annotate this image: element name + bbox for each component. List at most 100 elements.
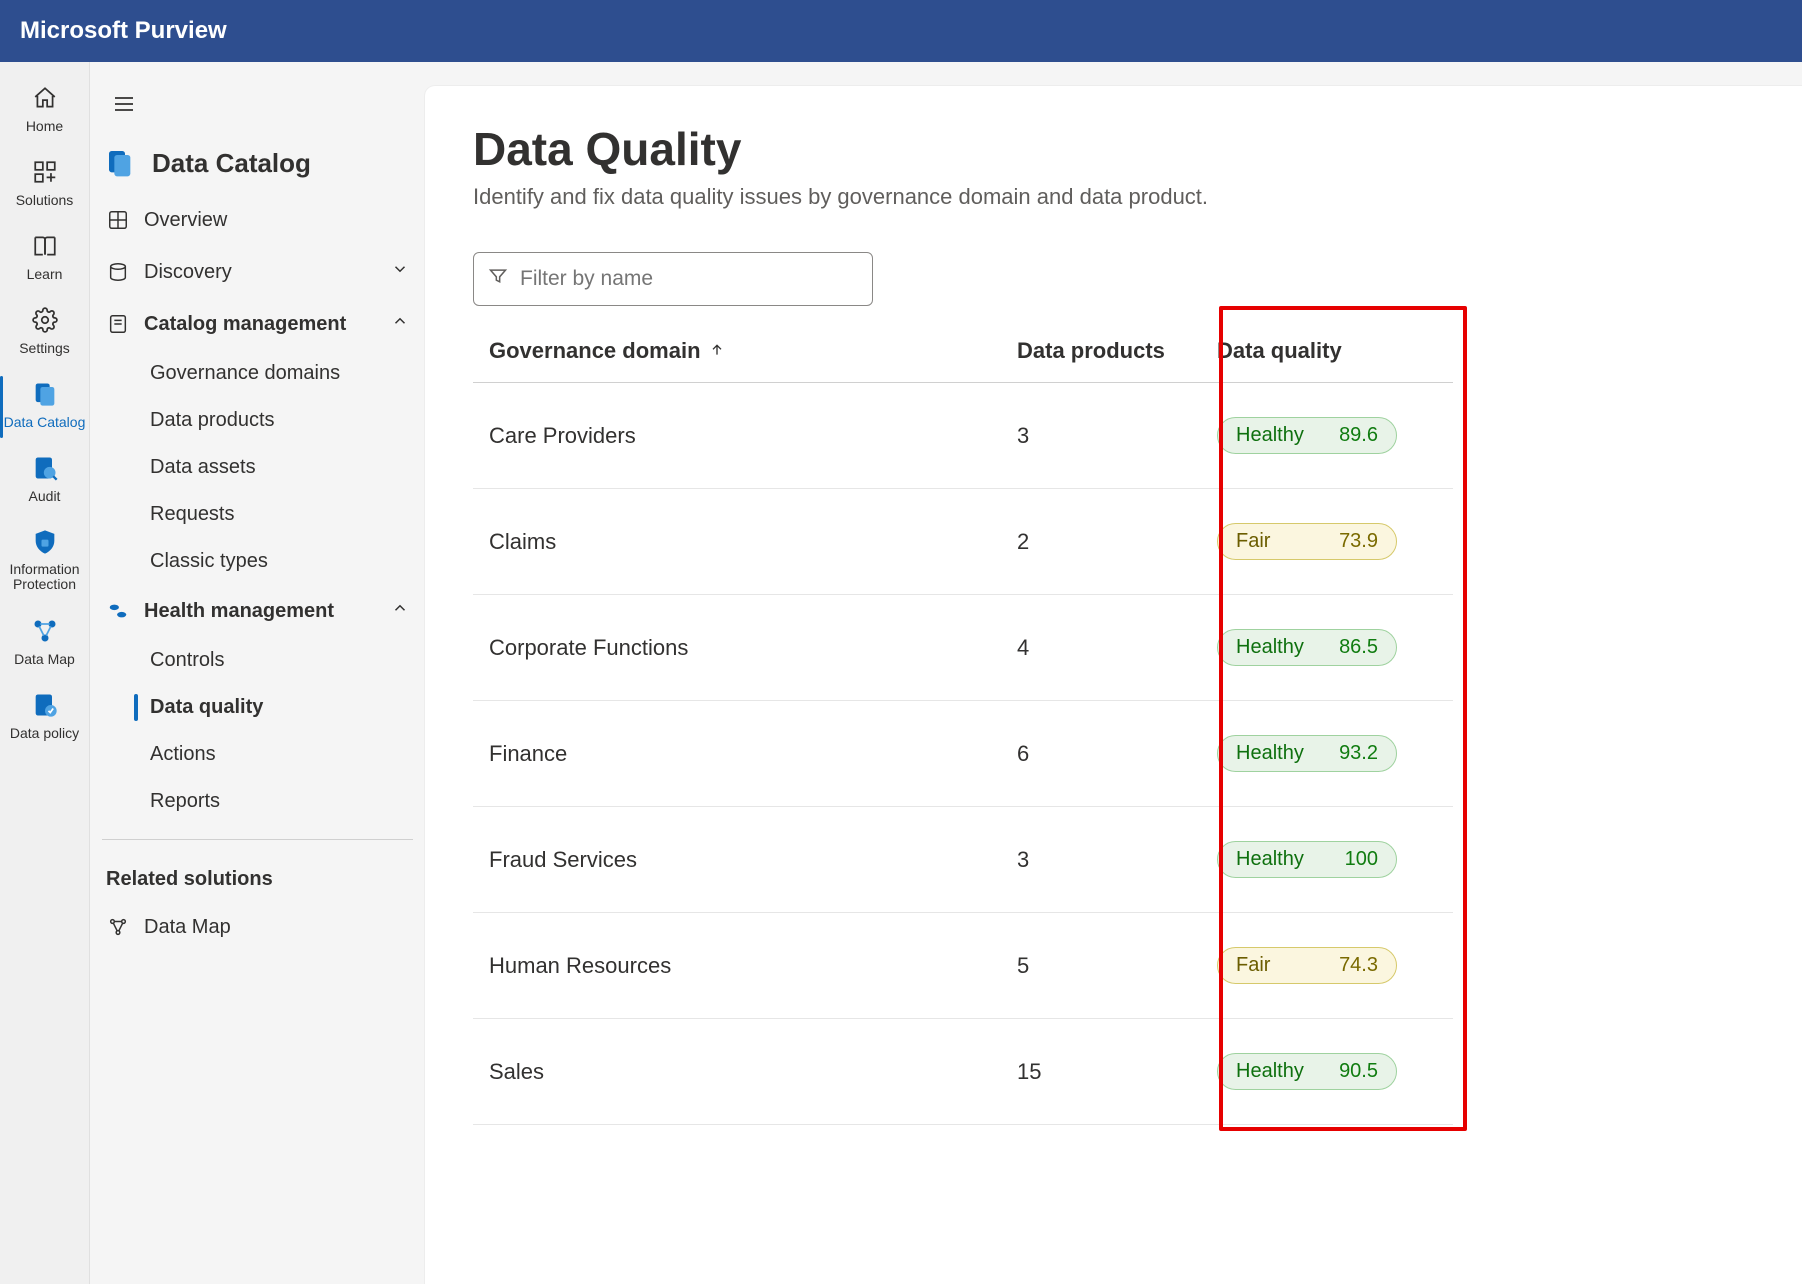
row-domain: Care Providers <box>489 423 1017 449</box>
chevron-up-icon <box>391 312 409 336</box>
quality-label: Healthy <box>1236 1060 1304 1083</box>
rail-label: Settings <box>19 340 70 356</box>
nav-controls[interactable]: Controls <box>98 637 417 684</box>
discovery-icon <box>106 260 130 284</box>
rail-home[interactable]: Home <box>0 74 90 148</box>
quality-badge: Healthy 89.6 <box>1217 417 1397 454</box>
row-quality: Healthy 89.6 <box>1217 417 1437 454</box>
rail-learn[interactable]: Learn <box>0 222 90 296</box>
table-row[interactable]: Sales15 Healthy 90.5 <box>473 1019 1453 1125</box>
quality-badge: Fair73.9 <box>1217 523 1397 560</box>
row-products: 3 <box>1017 847 1217 873</box>
nav-toggle[interactable] <box>104 84 144 124</box>
nav-gov-domains[interactable]: Governance domains <box>98 350 417 397</box>
nav-catalog-mgmt[interactable]: Catalog management <box>98 298 417 350</box>
nav-data-products[interactable]: Data products <box>98 397 417 444</box>
nav-related-data-map[interactable]: Data Map <box>98 901 417 953</box>
nav-classic-types[interactable]: Classic types <box>98 538 417 585</box>
content-card: Data Quality Identify and fix data quali… <box>425 86 1802 1284</box>
rail-data-catalog[interactable]: Data Catalog <box>0 370 90 444</box>
home-icon <box>31 84 59 112</box>
table-row[interactable]: Human Resources5Fair74.3 <box>473 913 1453 1019</box>
rail-data-policy[interactable]: Data policy <box>0 681 90 755</box>
row-products: 4 <box>1017 635 1217 661</box>
dq-table: Governance domain Data products Data qua… <box>473 320 1453 1125</box>
table-row[interactable]: Claims2Fair73.9 <box>473 489 1453 595</box>
rail-label: Learn <box>27 266 63 282</box>
quality-label: Healthy <box>1236 636 1304 659</box>
rail-info-protect[interactable]: Information Protection <box>0 518 90 607</box>
row-domain: Claims <box>489 529 1017 555</box>
rail-label: Data Map <box>14 651 75 667</box>
col-products[interactable]: Data products <box>1017 338 1217 364</box>
app-header: Microsoft Purview <box>0 0 1802 62</box>
table-row[interactable]: Fraud Services3Healthy100 <box>473 807 1453 913</box>
page-title: Data Quality <box>473 122 1754 176</box>
row-quality: Fair73.9 <box>1217 523 1437 560</box>
nav-health-mgmt[interactable]: Health management <box>98 585 417 637</box>
nav-label: Data Map <box>144 916 231 939</box>
related-heading: Related solutions <box>98 854 417 901</box>
table-header: Governance domain Data products Data qua… <box>473 320 1453 383</box>
catalog-icon <box>104 146 138 180</box>
rail-label: Home <box>26 118 63 134</box>
quality-score: 93.2 <box>1339 742 1378 765</box>
table-row[interactable]: Corporate Functions4 Healthy 86.5 <box>473 595 1453 701</box>
nav-data-assets[interactable]: Data assets <box>98 444 417 491</box>
book-icon <box>31 232 59 260</box>
rail-label: Data policy <box>10 725 79 741</box>
chevron-up-icon <box>391 599 409 623</box>
left-rail: Home Solutions Learn Settings Data Catal… <box>0 62 90 1284</box>
quality-score: 86.5 <box>1339 636 1378 659</box>
main-area: Data Quality Identify and fix data quali… <box>425 62 1802 1284</box>
quality-score: 90.5 <box>1339 1060 1378 1083</box>
gear-icon <box>31 306 59 334</box>
row-domain: Sales <box>489 1059 1017 1085</box>
filter-input-wrap[interactable] <box>473 252 873 306</box>
sort-asc-icon <box>709 338 725 364</box>
quality-score: 100 <box>1345 848 1378 871</box>
side-nav: Data Catalog Overview Discovery Catalog … <box>90 62 425 1284</box>
row-products: 15 <box>1017 1059 1217 1085</box>
rail-label: Solutions <box>16 192 74 208</box>
table-row[interactable]: Care Providers3Healthy89.6 <box>473 383 1453 489</box>
quality-label: Healthy <box>1236 742 1304 765</box>
catalog-icon <box>31 380 59 408</box>
audit-icon <box>31 454 59 482</box>
nav-data-quality[interactable]: Data quality <box>98 684 417 731</box>
nav-requests[interactable]: Requests <box>98 491 417 538</box>
nav-actions[interactable]: Actions <box>98 731 417 778</box>
shield-lock-icon <box>31 528 59 556</box>
quality-label: Healthy <box>1236 424 1304 447</box>
chevron-down-icon <box>391 260 409 284</box>
quality-badge: Healthy 90.5 <box>1217 1053 1397 1090</box>
quality-badge: Fair74.3 <box>1217 947 1397 984</box>
nav-label: Health management <box>144 600 334 623</box>
rail-label: Audit <box>29 488 61 504</box>
catalog-mgmt-icon <box>106 312 130 336</box>
row-quality: Healthy100 <box>1217 841 1437 878</box>
row-products: 5 <box>1017 953 1217 979</box>
table-row[interactable]: Finance6Healthy93.2 <box>473 701 1453 807</box>
rail-audit[interactable]: Audit <box>0 444 90 518</box>
row-domain: Corporate Functions <box>489 635 1017 661</box>
nav-reports[interactable]: Reports <box>98 778 417 825</box>
row-domain: Human Resources <box>489 953 1017 979</box>
divider <box>102 839 413 840</box>
policy-icon <box>31 691 59 719</box>
quality-label: Fair <box>1236 530 1270 553</box>
row-products: 2 <box>1017 529 1217 555</box>
rail-solutions[interactable]: Solutions <box>0 148 90 222</box>
row-domain: Fraud Services <box>489 847 1017 873</box>
quality-label: Fair <box>1236 954 1270 977</box>
filter-icon <box>488 266 508 292</box>
rail-settings[interactable]: Settings <box>0 296 90 370</box>
quality-score: 89.6 <box>1339 424 1378 447</box>
rail-data-map[interactable]: Data Map <box>0 607 90 681</box>
filter-input[interactable] <box>520 267 858 291</box>
nav-overview[interactable]: Overview <box>98 194 417 246</box>
nav-title: Data Catalog <box>98 142 417 194</box>
col-domain[interactable]: Governance domain <box>489 338 1017 364</box>
col-quality[interactable]: Data quality <box>1217 338 1437 364</box>
nav-discovery[interactable]: Discovery <box>98 246 417 298</box>
